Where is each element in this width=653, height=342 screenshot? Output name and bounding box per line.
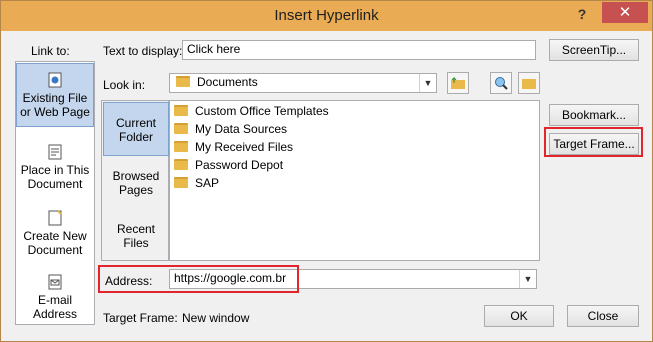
screentip-button[interactable]: ScreenTip... — [549, 39, 639, 61]
up-folder-button[interactable] — [447, 72, 469, 94]
list-item[interactable]: Password Depot — [174, 156, 283, 174]
open-folder-icon — [522, 79, 536, 89]
link-create-line2: Document — [27, 243, 83, 257]
target-frame-highlight — [544, 127, 643, 157]
link-create-new-document[interactable]: Create New Document — [16, 202, 94, 258]
look-in-combo[interactable]: Documents ▼ — [169, 73, 437, 93]
file-name: Password Depot — [195, 158, 284, 172]
text-to-display-label: Text to display: — [103, 44, 183, 58]
address-highlight — [98, 265, 299, 293]
globe-page-icon — [48, 72, 62, 88]
link-to-label: Link to: — [31, 44, 70, 58]
data-source-folder-icon — [174, 123, 188, 135]
link-place-in-document[interactable]: Place in This Document — [16, 136, 94, 192]
file-name: My Received Files — [195, 140, 294, 154]
look-in-value: Documents — [197, 75, 258, 89]
link-create-line1: Create New — [23, 229, 87, 243]
browse-web-button[interactable] — [490, 72, 512, 94]
up-folder-icon — [451, 76, 465, 89]
link-existing-file-web-page[interactable]: Existing File or Web Page — [16, 63, 94, 127]
file-name: Custom Office Templates — [195, 104, 329, 118]
browse-file-button[interactable] — [518, 72, 540, 94]
browsed-pages-tab[interactable]: Browsed Pages — [103, 156, 169, 208]
list-item[interactable]: My Data Sources — [174, 120, 287, 138]
close-button[interactable]: Close — [567, 305, 639, 327]
email-icon — [48, 274, 62, 290]
list-item[interactable]: Custom Office Templates — [174, 102, 329, 120]
folder-icon — [174, 141, 188, 153]
dialog-title: Insert Hyperlink — [274, 7, 379, 24]
folder-icon — [174, 105, 188, 117]
folder-icon — [176, 76, 190, 88]
recent-files-line2: Files — [123, 236, 149, 250]
current-folder-line2: Folder — [118, 130, 153, 144]
chevron-down-icon[interactable]: ▼ — [519, 270, 536, 288]
title-bar: Insert Hyperlink ? ✕ — [1, 1, 652, 31]
current-folder-tab[interactable]: Current Folder — [103, 102, 169, 156]
link-email-line2: Address — [32, 307, 78, 321]
file-name: SAP — [195, 176, 220, 190]
link-place-line2: Document — [27, 177, 83, 191]
recent-files-tab[interactable]: Recent Files — [103, 209, 169, 261]
ok-button[interactable]: OK — [484, 305, 554, 327]
target-frame-info-label: Target Frame: — [103, 311, 178, 325]
link-to-panel: Existing File or Web Page Place in This … — [15, 61, 95, 325]
target-frame-info-value: New window — [182, 311, 250, 325]
document-place-icon — [48, 144, 62, 160]
link-existing-line2: or Web Page — [20, 105, 90, 119]
link-existing-line1: Existing File — [22, 91, 88, 105]
close-window-button[interactable]: ✕ — [602, 2, 648, 23]
insert-hyperlink-dialog: Insert Hyperlink ? ✕ Link to: Existing F… — [0, 0, 653, 342]
list-item[interactable]: SAP — [174, 174, 219, 192]
browsed-pages-line1: Browsed — [112, 169, 160, 183]
link-email-address[interactable]: E-mail Address — [16, 266, 94, 322]
folder-icon — [174, 177, 188, 189]
browse-web-icon — [495, 77, 508, 90]
chevron-down-icon[interactable]: ▼ — [419, 74, 436, 92]
new-document-icon — [48, 210, 62, 226]
link-email-line1: E-mail — [37, 293, 72, 307]
look-in-category-panel: Current Folder Browsed Pages Recent File… — [101, 100, 169, 261]
list-item[interactable]: My Received Files — [174, 138, 293, 156]
link-place-line1: Place in This — [20, 163, 90, 177]
browsed-pages-line2: Pages — [118, 183, 154, 197]
folder-icon — [174, 159, 188, 171]
look-in-label: Look in: — [103, 78, 146, 92]
current-folder-line1: Current — [115, 116, 156, 130]
bookmark-button[interactable]: Bookmark... — [549, 104, 639, 126]
text-to-display-input[interactable]: Click here — [182, 40, 536, 60]
help-button[interactable]: ? — [568, 3, 596, 25]
file-name: My Data Sources — [195, 122, 288, 136]
file-list: Custom Office Templates My Data Sources … — [169, 100, 540, 261]
recent-files-line1: Recent — [116, 222, 156, 236]
